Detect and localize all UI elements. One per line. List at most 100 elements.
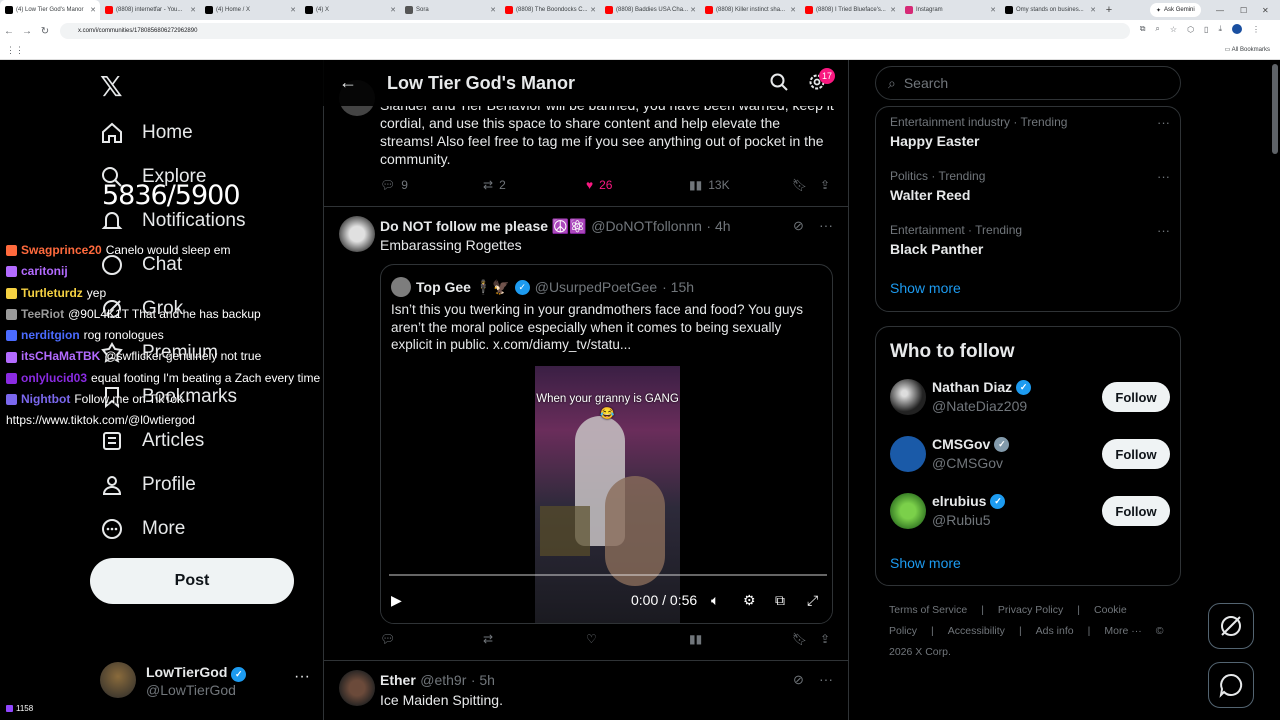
window-close-button[interactable]: ✕ (1262, 0, 1269, 20)
post-time[interactable]: · 5h (471, 672, 495, 688)
browser-tab[interactable]: (8808) internetfar - You... ✕ (100, 0, 200, 20)
bookmark-button[interactable]: 🔖︎ (792, 632, 807, 646)
follow-button[interactable]: Follow (1102, 382, 1170, 412)
views-button[interactable]: ▮▮ (689, 632, 702, 646)
back-icon[interactable]: ← (0, 26, 18, 37)
more-icon[interactable]: ··· (819, 671, 833, 687)
sidebar-icon[interactable]: ▯ (1204, 25, 1208, 34)
grok-float-button[interactable] (1208, 603, 1254, 649)
browser-tab[interactable]: (4) Low Tier God's Manor ✕ (0, 0, 100, 20)
trend-item[interactable]: Entertainment industry · Trending Happy E… (890, 115, 1170, 149)
author-handle[interactable]: @DoNOTfollonnn (591, 218, 702, 234)
minimize-button[interactable]: — (1216, 0, 1224, 20)
browser-tab[interactable]: (8808) The Boondocks C... ✕ (500, 0, 600, 20)
author-name[interactable]: Ether (380, 672, 416, 688)
show-more-link[interactable]: Show more (890, 555, 961, 571)
trend-item[interactable]: Entertainment · Trending Black Panther ··· (890, 223, 1170, 257)
reply-button[interactable]: 💬︎ (380, 632, 395, 646)
apps-grid-icon[interactable]: ⋮⋮ (6, 45, 24, 56)
grok-icon[interactable]: ⊘ (793, 218, 804, 234)
browser-tab[interactable]: Sora ✕ (400, 0, 500, 20)
author-handle[interactable]: @eth9r (420, 672, 466, 688)
search-field[interactable]: ⌕ Search (875, 66, 1181, 100)
share-button[interactable]: ⇪ (820, 178, 830, 192)
tab-close-icon[interactable]: ✕ (590, 6, 596, 14)
trend-item[interactable]: Politics · Trending Walter Reed ··· (890, 169, 1170, 203)
extensions-icon[interactable]: ⬡ (1187, 25, 1194, 34)
post-time[interactable]: · 4h (706, 218, 730, 234)
browser-tab[interactable]: Omy stands on busines... ✕ (1000, 0, 1100, 20)
video-player[interactable]: When your granny is GANG😂 ▶ 0:00 / 0:56 … (381, 366, 832, 623)
page-scrollbar[interactable] (1272, 64, 1278, 154)
browser-tab[interactable]: (4) X ✕ (300, 0, 400, 20)
x-logo-icon[interactable]: 𝕏 (100, 70, 123, 103)
avatar[interactable] (339, 670, 375, 706)
browser-tab[interactable]: Instagram ✕ (900, 0, 1000, 20)
profile-avatar-icon[interactable] (1232, 24, 1242, 34)
maximize-button[interactable]: ☐ (1240, 0, 1247, 20)
nav-item-home[interactable]: Home (100, 115, 193, 151)
browser-tab[interactable]: (4) Home / X ✕ (200, 0, 300, 20)
fullscreen-icon[interactable]: ⤢ (807, 592, 818, 609)
browser-tab[interactable]: (8808) I Tried Blueface's... ✕ (800, 0, 900, 20)
reload-icon[interactable]: ↻ (36, 26, 54, 37)
author-name[interactable]: Do NOT follow me please ☮️⚛️ (380, 218, 587, 234)
star-icon[interactable]: ☆ (1170, 25, 1177, 34)
nav-item-more[interactable]: More (100, 511, 185, 547)
downloads-icon[interactable]: ⤓ (1218, 24, 1222, 34)
back-arrow-icon[interactable]: ← (339, 72, 357, 93)
bookmark-button[interactable]: 🔖︎ (792, 178, 807, 192)
settings-gear-icon[interactable]: ⚙ (743, 592, 756, 609)
tab-close-icon[interactable]: ✕ (490, 6, 496, 14)
more-icon[interactable]: ··· (819, 217, 833, 233)
reply-button[interactable]: 💬︎ 9 (380, 178, 408, 192)
new-tab-button[interactable]: + (1100, 4, 1118, 16)
suggested-account[interactable]: elrubius ✓ @Rubiu5 Follow (890, 493, 1170, 533)
like-button[interactable]: ♥ 26 (586, 178, 612, 192)
url-field[interactable]: x.com/i/communities/1780856806272962890 (60, 23, 1130, 39)
volume-icon[interactable]: 🔈︎ (711, 592, 719, 609)
footer-link[interactable]: Privacy Policy (998, 604, 1063, 616)
browser-menu-icon[interactable]: ⋮ (1252, 25, 1260, 34)
tab-close-icon[interactable]: ✕ (990, 6, 996, 14)
messages-float-button[interactable] (1208, 662, 1254, 708)
video-progress-bar[interactable] (389, 574, 827, 576)
tab-close-icon[interactable]: ✕ (190, 6, 196, 14)
more-icon[interactable]: ··· (1157, 223, 1170, 238)
tab-close-icon[interactable]: ✕ (90, 6, 96, 14)
grok-icon[interactable]: ⊘ (793, 672, 804, 688)
footer-link[interactable]: More ··· (1104, 625, 1141, 637)
follow-button[interactable]: Follow (1102, 496, 1170, 526)
nav-item-profile[interactable]: Profile (100, 467, 196, 503)
browser-tab[interactable]: (8808) Killer instinct sha... ✕ (700, 0, 800, 20)
tab-close-icon[interactable]: ✕ (790, 6, 796, 14)
all-bookmarks-button[interactable]: ▭ All Bookmarks (1225, 46, 1270, 53)
quoted-post[interactable]: Top Gee 🕴️🦅 ✓ @UsurpedPoetGee · 15h Isn’… (380, 264, 833, 624)
show-more-link[interactable]: Show more (890, 280, 961, 296)
suggested-account[interactable]: CMSGov ✓ @CMSGov Follow (890, 436, 1170, 476)
play-icon[interactable]: ▶ (391, 592, 402, 609)
ask-gemini-button[interactable]: ✦ Ask Gemini (1150, 3, 1201, 17)
account-switcher[interactable]: LowTierGod ✓ @LowTierGod ··· (100, 660, 310, 704)
search-icon[interactable] (769, 72, 789, 97)
tab-close-icon[interactable]: ✕ (690, 6, 696, 14)
views-button[interactable]: ▮▮ 13K (689, 178, 730, 192)
follow-button[interactable]: Follow (1102, 439, 1170, 469)
like-button[interactable]: ♡ (586, 632, 597, 646)
tab-close-icon[interactable]: ✕ (290, 6, 296, 14)
more-icon[interactable]: ··· (294, 668, 310, 686)
zoom-icon[interactable]: ⌕ (1155, 24, 1159, 34)
tab-close-icon[interactable]: ✕ (890, 6, 896, 14)
more-icon[interactable]: ··· (1157, 115, 1170, 130)
forward-icon[interactable]: → (18, 26, 36, 37)
repost-button[interactable]: ⇄ (483, 632, 493, 646)
repost-button[interactable]: ⇄ 2 (483, 178, 506, 192)
tab-close-icon[interactable]: ✕ (390, 6, 396, 14)
tab-close-icon[interactable]: ✕ (1090, 6, 1096, 14)
share-button[interactable]: ⇪ (820, 632, 830, 646)
suggested-account[interactable]: Nathan Diaz ✓ @NateDiaz209 Follow (890, 379, 1170, 419)
install-app-icon[interactable]: ⧉ (1140, 24, 1146, 34)
footer-link[interactable]: Accessibility (948, 625, 1005, 637)
browser-tab[interactable]: (8808) Baddies USA Cha... ✕ (600, 0, 700, 20)
footer-link[interactable]: Terms of Service (889, 604, 967, 616)
